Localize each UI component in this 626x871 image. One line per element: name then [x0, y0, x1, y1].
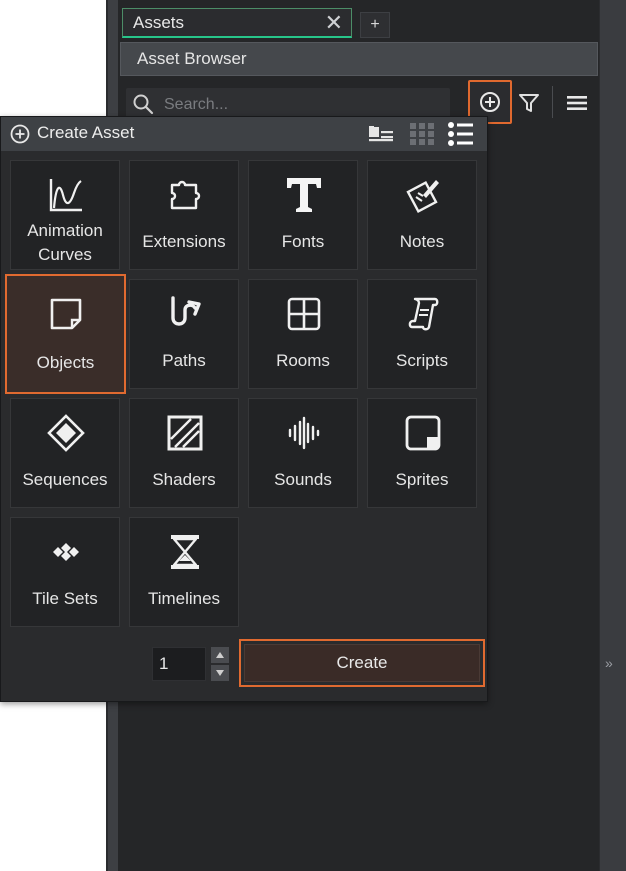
puzzle-icon	[170, 180, 201, 210]
tile-extensions[interactable]: Extensions	[129, 160, 239, 270]
sound-icon	[288, 416, 320, 450]
tile-animation-curves[interactable]: Animation Curves	[10, 160, 120, 270]
tile-label: Timelines	[147, 589, 221, 608]
tile-paths[interactable]: Paths	[129, 279, 239, 389]
grid-view-icon[interactable]	[409, 122, 435, 146]
quantity-stepper-input[interactable]	[152, 647, 206, 681]
tile-timelines[interactable]: Timelines	[129, 517, 239, 627]
asset-browser-title: Asset Browser	[137, 49, 247, 68]
triangle-down-icon	[216, 670, 224, 676]
shader-icon	[167, 415, 203, 451]
tile-label: Scripts	[396, 351, 448, 370]
tile-label: Notes	[399, 232, 445, 251]
note-icon	[406, 180, 439, 214]
search-icon	[133, 94, 154, 115]
create-button[interactable]: Create	[239, 639, 485, 687]
tile-label: Sequences	[22, 470, 108, 489]
tile-notes[interactable]: Notes	[367, 160, 477, 270]
plus-circle-icon	[10, 124, 30, 144]
tile-label: Rooms	[276, 351, 330, 370]
tile-label: Fonts	[281, 232, 325, 251]
plus-circle-icon	[480, 92, 500, 112]
search-input[interactable]	[162, 92, 436, 118]
toolbar-divider	[552, 86, 553, 118]
tile-label: Tile Sets	[32, 589, 98, 608]
tile-sequences[interactable]: Sequences	[10, 398, 120, 508]
tile-tile-sets[interactable]: Tile Sets	[10, 517, 120, 627]
popup-title: Create Asset	[37, 123, 135, 142]
sequence-icon	[47, 414, 85, 452]
script-icon	[408, 297, 439, 331]
tile-shaders[interactable]: Shaders	[129, 398, 239, 508]
room-icon	[287, 297, 321, 331]
tile-scripts[interactable]: Scripts	[367, 279, 477, 389]
stepper-down-button[interactable]	[211, 665, 229, 681]
list-view-icon[interactable]	[447, 121, 475, 147]
dock-collapse-rail[interactable]: »	[599, 0, 626, 871]
tileset-icon	[53, 543, 79, 561]
create-asset-popup: Create Asset Animation Curves Extensions…	[0, 116, 488, 702]
folder-view-icon[interactable]	[367, 123, 395, 145]
add-tab-button[interactable]: +	[360, 12, 390, 38]
hamburger-menu-icon[interactable]	[564, 90, 590, 116]
tile-label: Objects	[36, 353, 95, 372]
triangle-up-icon	[216, 652, 224, 658]
timeline-icon	[171, 535, 199, 569]
expand-chevron-icon[interactable]: »	[605, 655, 613, 671]
close-icon[interactable]: ✕	[325, 11, 343, 35]
tile-label: Animation Curves	[27, 221, 103, 264]
stepper-up-button[interactable]	[211, 647, 229, 663]
object-icon	[50, 298, 82, 330]
tile-label: Paths	[162, 351, 206, 370]
tab-assets[interactable]: Assets ✕	[122, 8, 352, 38]
animation-curve-icon	[49, 179, 82, 212]
tile-label: Shaders	[152, 470, 216, 489]
tile-label: Sprites	[395, 470, 449, 489]
tile-sounds[interactable]: Sounds	[248, 398, 358, 508]
filter-icon[interactable]	[516, 90, 542, 116]
path-icon	[171, 296, 201, 326]
tile-label: Extensions	[142, 232, 226, 251]
sprite-icon	[405, 415, 441, 451]
create-asset-header: Create Asset	[1, 117, 487, 151]
tile-fonts[interactable]: Fonts	[248, 160, 358, 270]
tile-rooms[interactable]: Rooms	[248, 279, 358, 389]
create-button-label: Create	[244, 644, 480, 682]
asset-browser-header: Asset Browser	[120, 42, 598, 76]
font-icon	[287, 178, 321, 212]
tile-sprites[interactable]: Sprites	[367, 398, 477, 508]
tile-label: Sounds	[274, 470, 332, 489]
tab-assets-label: Assets	[133, 12, 185, 32]
tile-objects[interactable]: Objects	[5, 274, 126, 394]
